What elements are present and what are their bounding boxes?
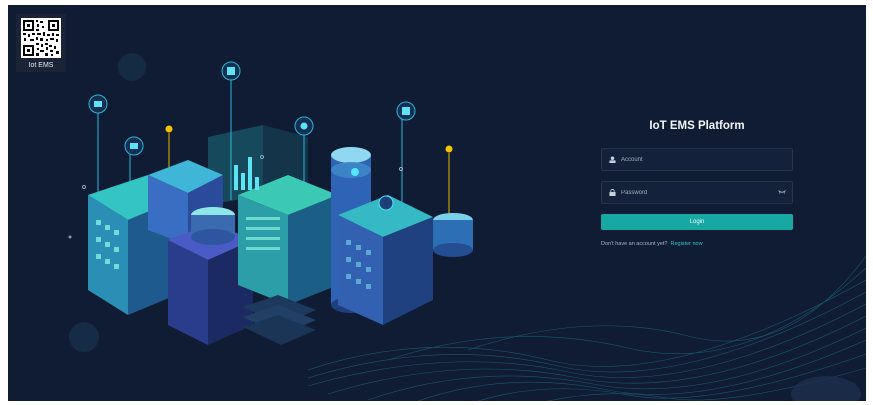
login-button[interactable]: Login [601,214,793,230]
login-page: Iot EMS IoT EMS Platform Account Login D… [8,5,866,401]
login-form: IoT EMS Platform Login Don't have an acc… [601,110,793,247]
account-field[interactable] [601,148,793,171]
register-prompt-text: Don't have an account yet? [601,241,668,247]
register-link[interactable]: Register now [670,241,702,247]
register-prompt: Don't have an account yet? Register now [601,241,793,247]
eye-closed-icon[interactable] [778,189,786,195]
password-field[interactable] [601,181,793,204]
page-title: IoT EMS Platform [649,120,745,132]
password-input[interactable] [621,182,771,203]
account-input[interactable] [621,149,771,170]
lock-icon [609,189,616,196]
wave-mesh-decoration [308,255,866,401]
user-icon [609,156,616,163]
